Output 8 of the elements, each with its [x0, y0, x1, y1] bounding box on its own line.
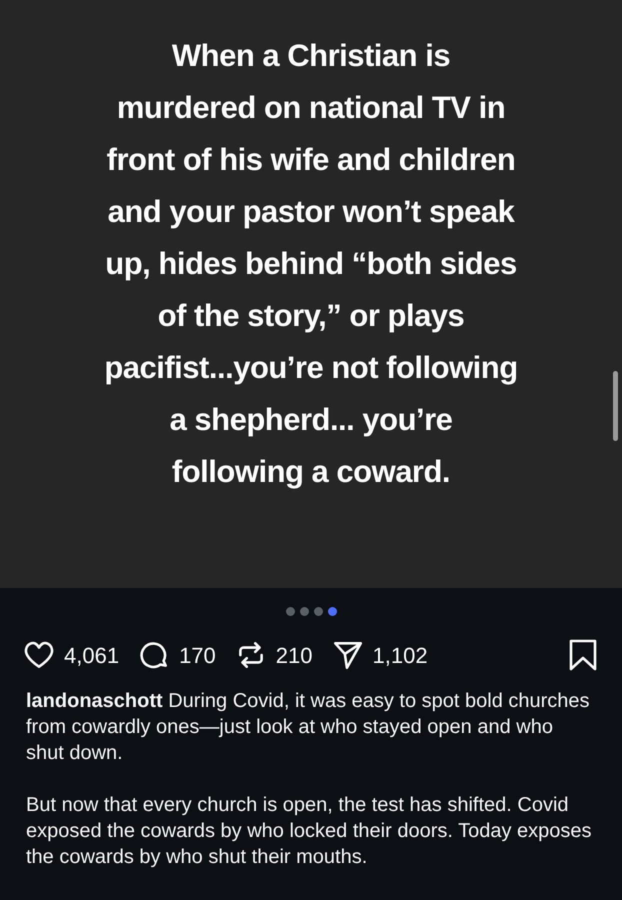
- share-button[interactable]: 1,102: [330, 638, 428, 672]
- repost-button[interactable]: 210: [234, 638, 312, 672]
- comment-button[interactable]: 170: [137, 638, 216, 672]
- quote-text: When a Christian is murdered on national TV in front of his wife and children and your pastor won’t speak up, hides behind “both sides of the story,” or plays pacifist...you’re not following a shepherd... you’re following a coward.: [104, 37, 518, 491]
- scrollbar: [613, 371, 618, 441]
- caption-text: But now that every church is open, the test has shifted. Covid exposed the cowards by who locked their doors. Today exposes the cowards by who shut their mouths.: [26, 793, 592, 870]
- like-button[interactable]: 4,061: [22, 638, 120, 672]
- caption-text: landonaschott During Covid, it was easy to spot bold churches from cowardly ones—just look at who stayed open and who shut down.: [26, 689, 591, 766]
